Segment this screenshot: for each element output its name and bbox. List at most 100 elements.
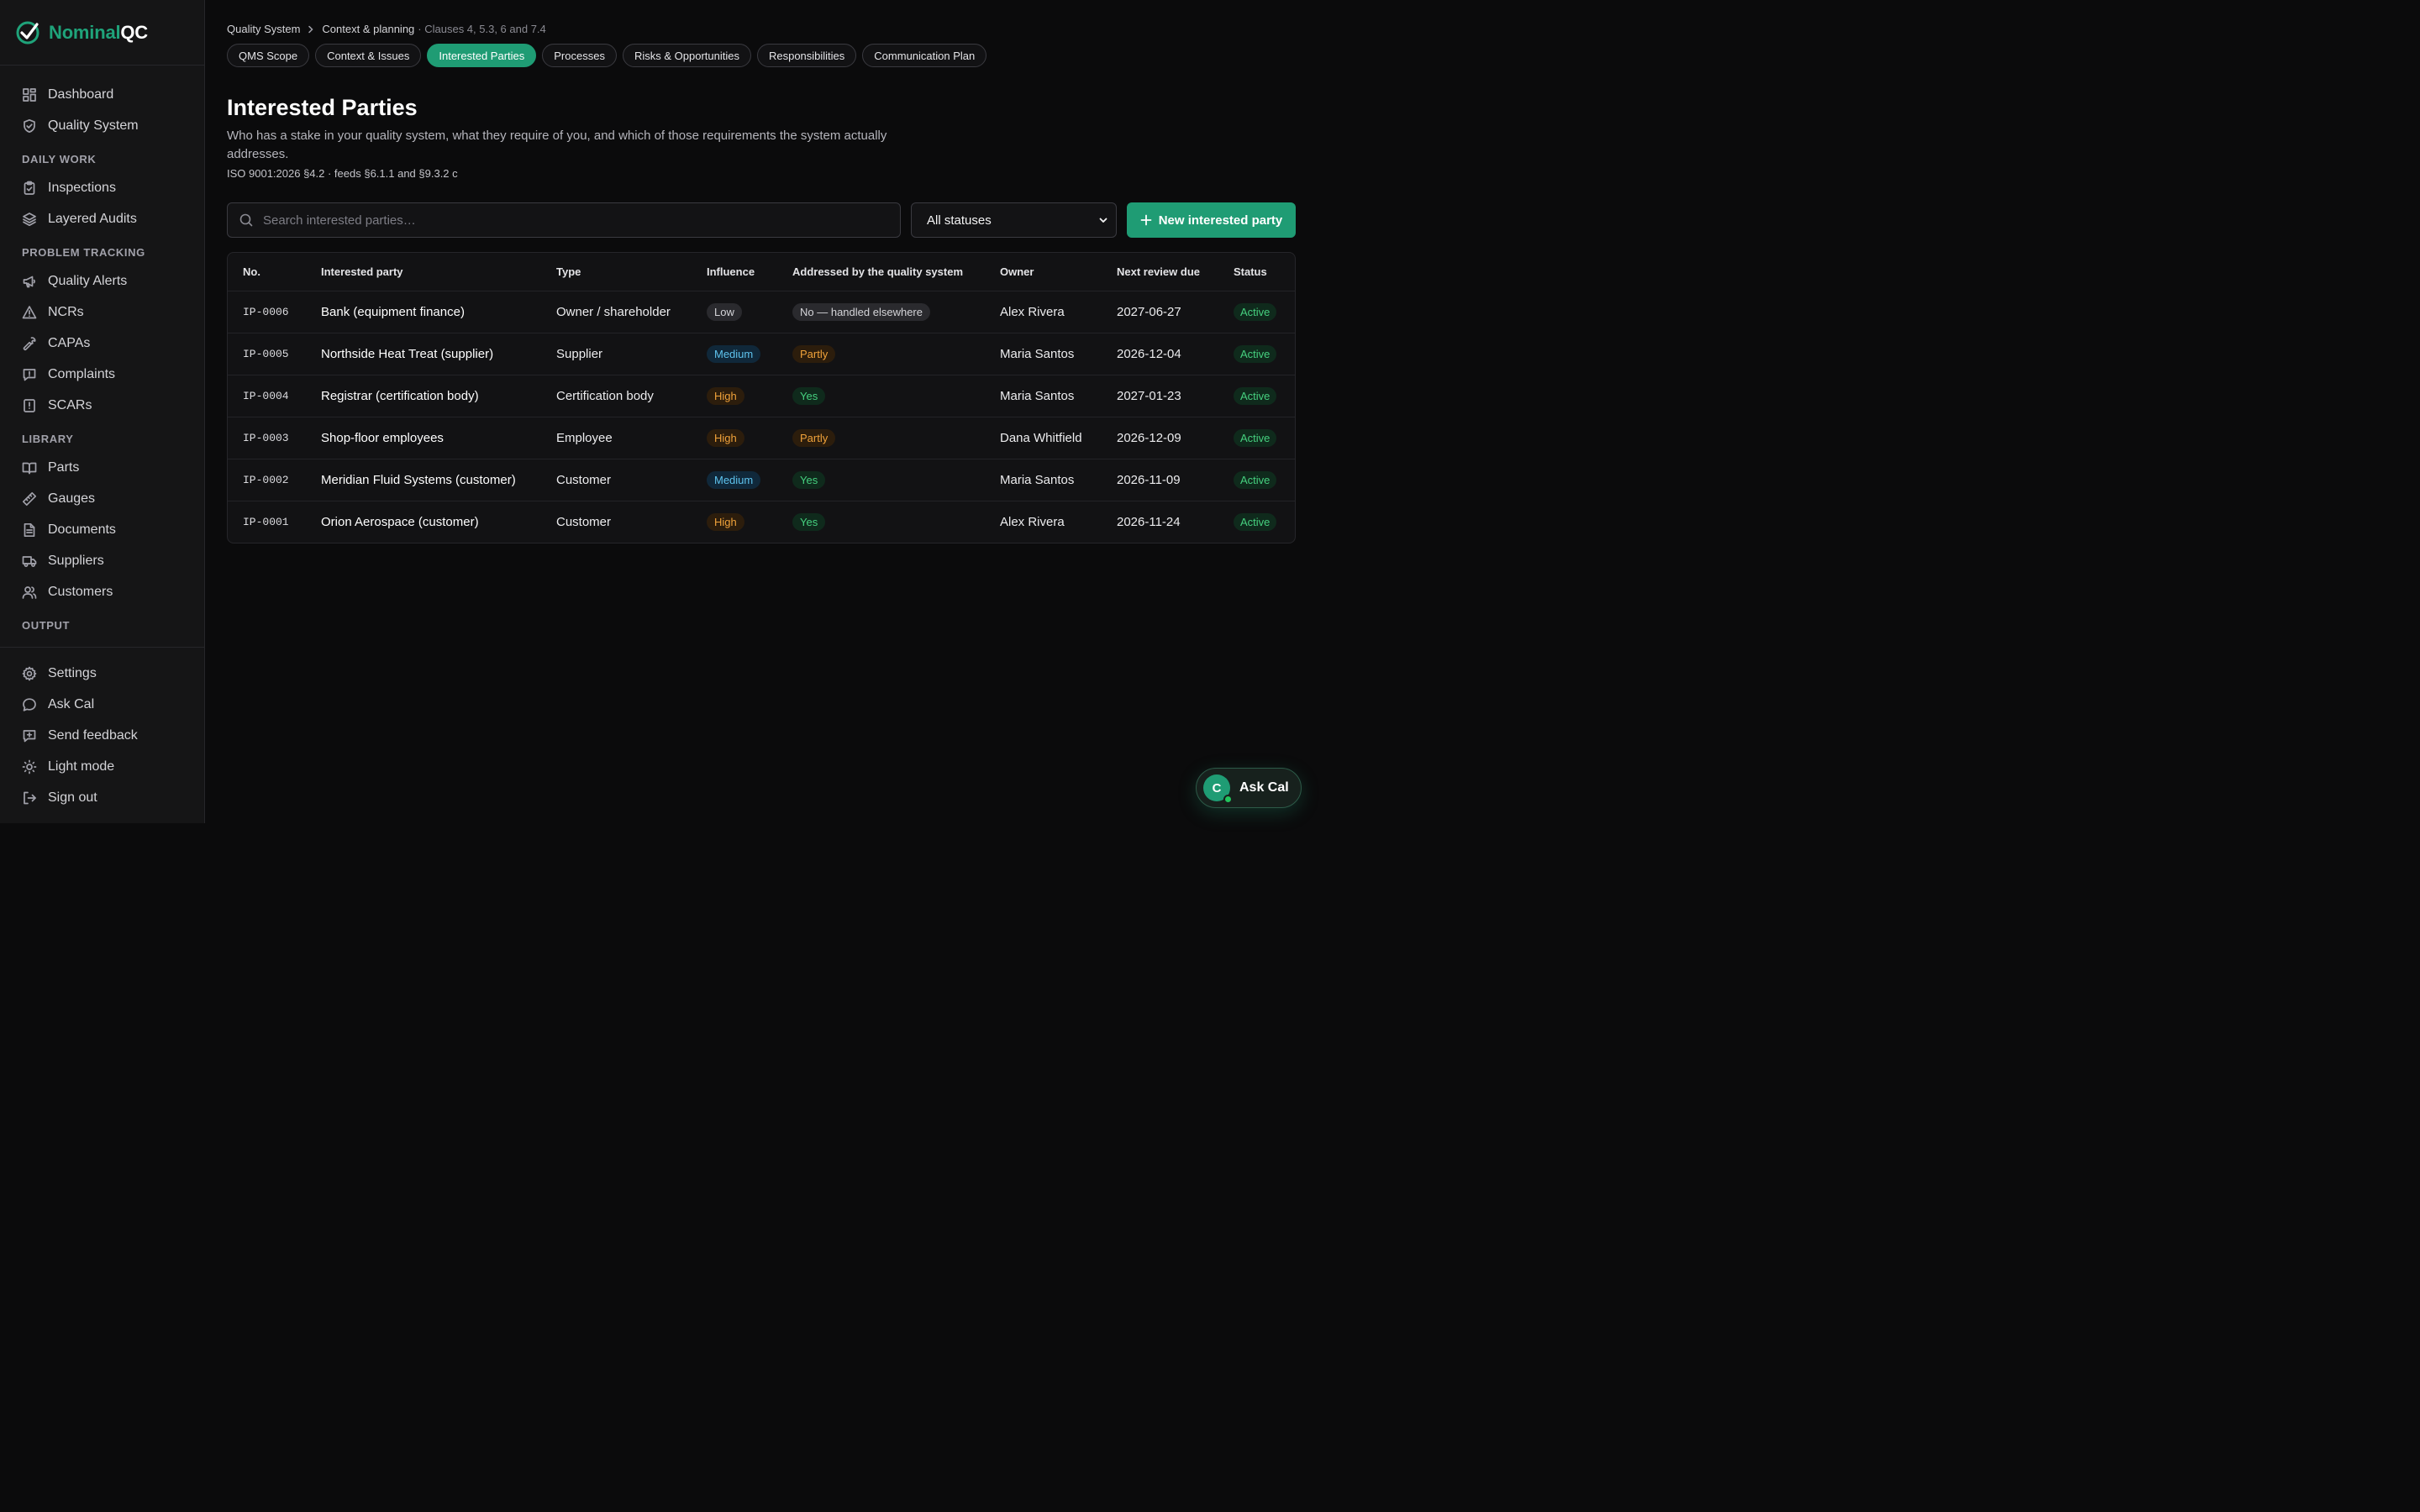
search-input[interactable] xyxy=(263,213,885,228)
sidebar-item-send-feedback[interactable]: Send feedback xyxy=(0,720,204,751)
page-description: Who has a stake in your quality system, … xyxy=(227,129,887,161)
cell-party-name[interactable]: Bank (equipment finance) xyxy=(321,291,465,333)
table-row[interactable]: IP-0002 Meridian Fluid Systems (customer… xyxy=(228,459,1295,501)
search-box[interactable] xyxy=(227,202,901,238)
cell-owner: Maria Santos xyxy=(1000,347,1075,361)
cell-party-name[interactable]: Northside Heat Treat (supplier) xyxy=(321,333,493,375)
cell-status: Active xyxy=(1234,417,1277,459)
sidebar-item-scars[interactable]: SCARs xyxy=(0,390,204,421)
sign-out-icon xyxy=(24,791,36,804)
brand-name: NominalQC xyxy=(49,22,148,44)
sidebar-item-label: SCARs xyxy=(48,397,92,412)
status-badge: Active xyxy=(1234,387,1277,405)
sidebar-item-light-mode[interactable]: Light mode xyxy=(0,751,204,782)
cell-status: Active xyxy=(1234,291,1277,333)
new-interested-party-button[interactable]: New interested party xyxy=(1127,202,1296,238)
sidebar-item-capas[interactable]: CAPAs xyxy=(0,328,204,359)
cell-addressed: No — handled elsewhere xyxy=(792,291,930,333)
cell-number: IP-0006 xyxy=(243,306,289,318)
addressed-badge: Partly xyxy=(792,345,836,363)
sidebar-item-quality-system[interactable]: Quality System xyxy=(0,110,204,141)
ruler-icon xyxy=(22,491,37,506)
tab-interested-parties[interactable]: Interested Parties xyxy=(427,44,537,67)
tab-qms-scope[interactable]: QMS Scope xyxy=(227,44,310,67)
sidebar-item-sign-out[interactable]: Sign out xyxy=(0,782,204,813)
sidebar-item-customers[interactable]: Customers xyxy=(0,576,204,607)
interested-parties-table: No. Interested party Type Influence Addr… xyxy=(227,252,1296,543)
column-header-next-review-due[interactable]: Next review due xyxy=(1117,253,1200,291)
cell-owner: Maria Santos xyxy=(1000,473,1075,487)
tab-risks-opportunities[interactable]: Risks & Opportunities xyxy=(622,44,751,67)
sidebar-item-ask-cal[interactable]: Ask Cal xyxy=(0,689,204,720)
cell-party-name[interactable]: Orion Aerospace (customer) xyxy=(321,501,479,543)
status-badge: Active xyxy=(1234,513,1277,531)
sidebar-item-parts[interactable]: Parts xyxy=(0,452,204,483)
shield-check-icon xyxy=(24,118,35,133)
sidebar-item-quality-alerts[interactable]: Quality Alerts xyxy=(0,265,204,297)
addressed-badge: No — handled elsewhere xyxy=(792,303,930,321)
cell-status: Active xyxy=(1234,375,1277,417)
addressed-badge: Yes xyxy=(792,513,826,531)
column-header-influence[interactable]: Influence xyxy=(707,253,755,291)
file-alert-icon xyxy=(24,398,35,412)
sidebar-item-label: Customers xyxy=(48,584,113,599)
cell-party-name[interactable]: Registrar (certification body) xyxy=(321,375,479,417)
cell-influence: High xyxy=(707,501,744,543)
tab-context-issues[interactable]: Context & Issues xyxy=(315,44,422,67)
status-filter-value: All statuses xyxy=(927,213,992,228)
sidebar-item-dashboard[interactable]: Dashboard xyxy=(0,79,204,110)
sidebar-item-documents[interactable]: Documents xyxy=(0,514,204,545)
column-header-owner[interactable]: Owner xyxy=(1000,253,1034,291)
table-row[interactable]: IP-0003 Shop-floor employees Employee Hi… xyxy=(228,417,1295,459)
table-row[interactable]: IP-0001 Orion Aerospace (customer) Custo… xyxy=(228,501,1295,543)
cell-owner: Alex Rivera xyxy=(1000,515,1065,529)
cell-influence: High xyxy=(707,417,744,459)
sidebar-item-inspections[interactable]: Inspections xyxy=(0,172,204,203)
sidebar-item-label: Settings xyxy=(48,665,97,680)
cell-addressed: Yes xyxy=(792,375,826,417)
cell-next-review-due: 2026-12-09 xyxy=(1117,431,1181,445)
table-row[interactable]: IP-0006 Bank (equipment finance) Owner /… xyxy=(228,291,1295,333)
ask-cal-floating-button[interactable]: C Ask Cal xyxy=(1196,768,1302,808)
sidebar-item-gauges[interactable]: Gauges xyxy=(0,483,204,514)
tab-communication-plan[interactable]: Communication Plan xyxy=(862,44,987,67)
sidebar-item-label: Light mode xyxy=(48,759,115,774)
cell-type: Owner / shareholder xyxy=(556,305,671,319)
table-row[interactable]: IP-0004 Registrar (certification body) C… xyxy=(228,375,1295,417)
avatar-letter: C xyxy=(1212,780,1222,795)
section-header-problem-tracking: PROBLEM TRACKING xyxy=(22,246,145,259)
cell-number: IP-0003 xyxy=(243,432,289,444)
column-header-status[interactable]: Status xyxy=(1234,253,1267,291)
table-row[interactable]: IP-0005 Northside Heat Treat (supplier) … xyxy=(228,333,1295,375)
cell-number: IP-0005 xyxy=(243,348,289,360)
iso-reference: ISO 9001:2026 §4.2 · feeds §6.1.1 and §9… xyxy=(227,167,458,180)
sidebar-item-label: Inspections xyxy=(48,180,116,195)
sidebar-item-settings[interactable]: Settings xyxy=(0,658,204,689)
sidebar-item-ncrs[interactable]: NCRs xyxy=(0,297,204,328)
sun-icon xyxy=(22,759,37,774)
tab-responsibilities[interactable]: Responsibilities xyxy=(756,44,857,67)
cell-party-name[interactable]: Shop-floor employees xyxy=(321,417,444,459)
chat-bubble-icon xyxy=(23,697,36,711)
breadcrumb-root[interactable]: Quality System xyxy=(227,23,300,35)
gear-icon xyxy=(22,666,37,680)
section-header-library: LIBRARY xyxy=(22,433,74,445)
status-badge: Active xyxy=(1234,471,1277,489)
column-header-type[interactable]: Type xyxy=(556,253,581,291)
tab-processes[interactable]: Processes xyxy=(542,44,617,67)
column-header-interested-party[interactable]: Interested party xyxy=(321,253,403,291)
message-plus-icon xyxy=(23,729,36,742)
breadcrumb-clauses: · Clauses 4, 5.3, 6 and 7.4 xyxy=(418,23,546,35)
status-badge: Active xyxy=(1234,345,1277,363)
cell-next-review-due: 2026-11-24 xyxy=(1117,515,1181,529)
sidebar-item-label: Layered Audits xyxy=(48,211,137,226)
sidebar-item-suppliers[interactable]: Suppliers xyxy=(0,545,204,576)
addressed-badge: Yes xyxy=(792,471,826,489)
cell-party-name[interactable]: Meridian Fluid Systems (customer) xyxy=(321,459,516,501)
sidebar-item-layered-audits[interactable]: Layered Audits xyxy=(0,203,204,234)
column-header-no[interactable]: No. xyxy=(243,253,260,291)
brand[interactable]: NominalQC xyxy=(0,0,204,66)
column-header-addressed[interactable]: Addressed by the quality system xyxy=(792,253,963,291)
sidebar-item-complaints[interactable]: Complaints xyxy=(0,359,204,390)
status-filter-select[interactable]: All statuses xyxy=(911,202,1117,238)
